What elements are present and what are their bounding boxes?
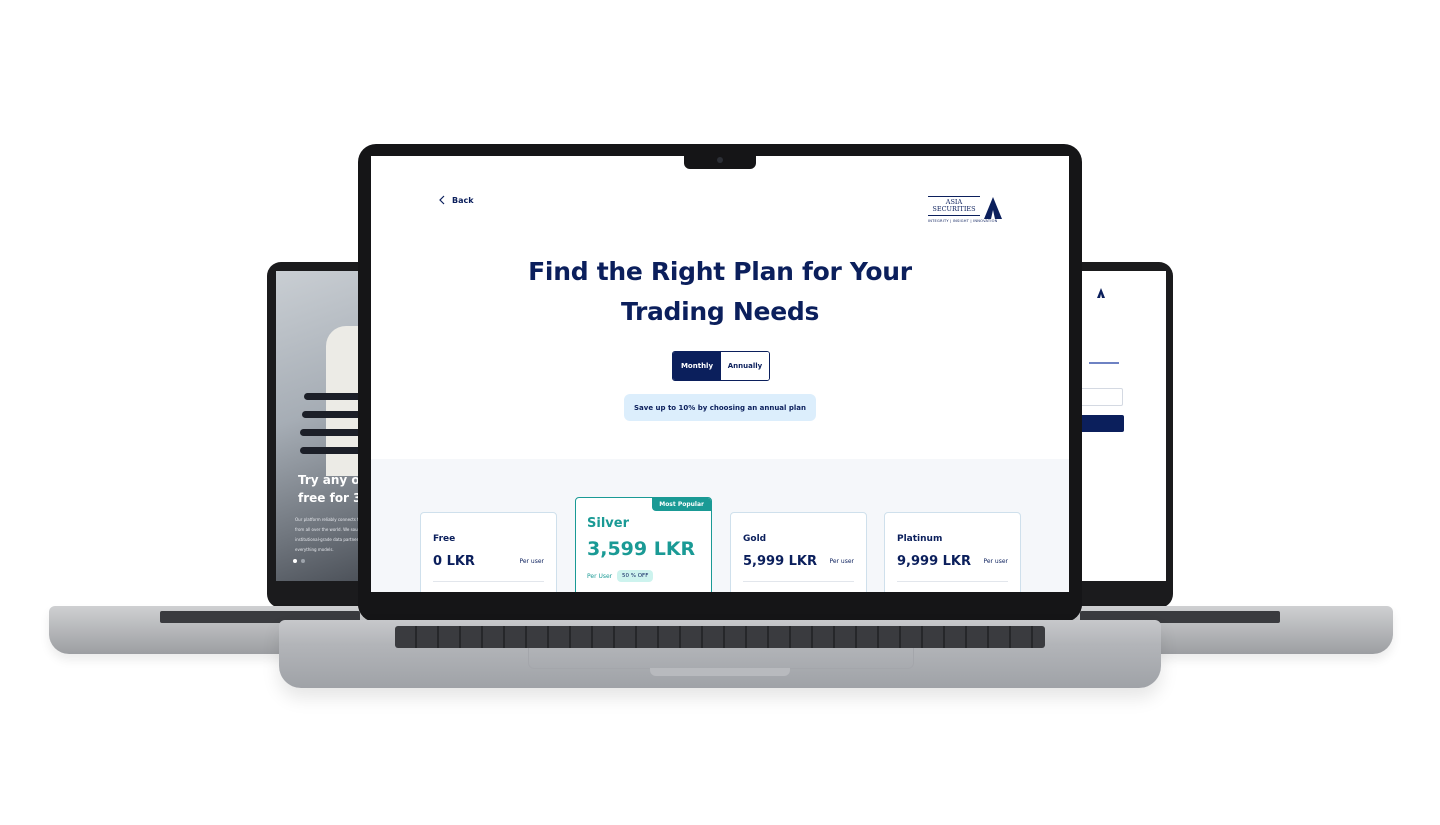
- page-title-line1: Find the Right Plan for Your: [528, 257, 912, 286]
- logo-tagline: INTEGRITY | INSIGHT | INNOVATION: [928, 219, 998, 223]
- shirt-stripe: [300, 447, 366, 454]
- plan-card-free[interactable]: Free 0 LKR Per user: [420, 512, 557, 599]
- promo-body-line: everything models.: [295, 547, 334, 552]
- plan-price: 9,999 LKR: [897, 554, 972, 569]
- plan-divider: [897, 581, 1008, 582]
- shirt-stripe: [300, 429, 366, 436]
- plan-divider: [433, 581, 544, 582]
- asia-securities-logo: ASIA SECURITIES INTEGRITY | INSIGHT | IN…: [928, 196, 1004, 230]
- most-popular-badge: Most Popular: [652, 498, 711, 511]
- plan-name: Free: [433, 534, 456, 544]
- left-laptop-screen: Try any of free for 30 Our platform reli…: [276, 271, 371, 581]
- save-note: Save up to 10% by choosing an annual pla…: [624, 394, 816, 421]
- shirt-stripe: [302, 411, 366, 418]
- chevron-left-icon: [439, 195, 445, 205]
- plan-card-platinum[interactable]: Platinum 9,999 LKR Per user: [884, 512, 1021, 599]
- plan-price: 3,599 LKR: [587, 538, 696, 560]
- plan-per-user: Per user: [983, 558, 1008, 565]
- shirt-stripe: [304, 393, 366, 400]
- plan-name: Platinum: [897, 534, 943, 544]
- discount-badge: 50 % OFF: [617, 570, 654, 582]
- main-laptop-keyboard: [395, 626, 1045, 648]
- screen-bottom-bezel: [358, 592, 1082, 622]
- plan-per-user: Per user: [829, 558, 854, 565]
- logo-name-line2: SECURITIES: [932, 205, 976, 213]
- plan-price: 0 LKR: [433, 554, 475, 569]
- logo-mark-icon: [984, 197, 1002, 219]
- logo-rule: [928, 215, 980, 216]
- plan-per-user: Per User: [587, 573, 613, 580]
- plan-divider: [743, 581, 854, 582]
- right-submit-button[interactable]: [1075, 415, 1124, 432]
- promo-body-line: from all over the world. We source: [295, 527, 364, 532]
- plan-per-user: Per user: [519, 558, 544, 565]
- carousel-dot-active[interactable]: [293, 559, 297, 563]
- asia-securities-logo-mark: [1097, 288, 1105, 298]
- trackpad: [528, 648, 914, 669]
- plan-price: 5,999 LKR: [743, 554, 818, 569]
- promo-body-line: institutional-grade data partners,: [295, 537, 362, 542]
- right-input-field[interactable]: [1075, 388, 1123, 406]
- plan-card-silver[interactable]: Most Popular Silver 3,599 LKR Per User 5…: [575, 497, 712, 599]
- back-label: Back: [452, 195, 474, 205]
- toggle-monthly[interactable]: Monthly: [673, 352, 721, 380]
- logo-rule: [928, 196, 980, 197]
- page-title: Find the Right Plan for Your Trading Nee…: [480, 252, 960, 332]
- plan-name: Silver: [587, 516, 629, 531]
- promo-body-line: Our platform reliably connects tr: [295, 517, 361, 522]
- back-button[interactable]: Back: [438, 195, 474, 205]
- camera-icon: [717, 157, 723, 163]
- right-laptop-screen: [1069, 271, 1166, 581]
- page-title-line2: Trading Needs: [620, 297, 820, 326]
- promo-heading-line1: Try any of: [298, 473, 365, 487]
- carousel-dot[interactable]: [301, 559, 305, 563]
- plan-name: Gold: [743, 534, 767, 544]
- billing-toggle: Monthly Annually: [672, 351, 770, 381]
- right-divider: [1089, 362, 1119, 364]
- plan-card-gold[interactable]: Gold 5,999 LKR Per user: [730, 512, 867, 599]
- base-notch: [650, 668, 790, 676]
- toggle-annually[interactable]: Annually: [721, 352, 769, 380]
